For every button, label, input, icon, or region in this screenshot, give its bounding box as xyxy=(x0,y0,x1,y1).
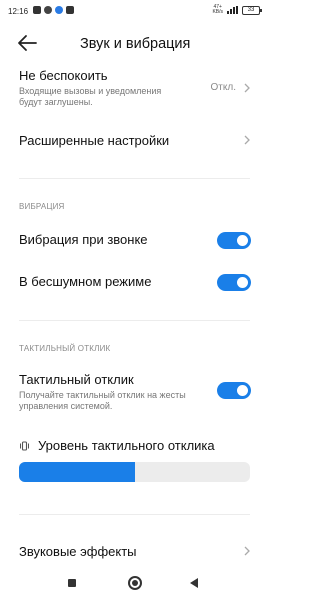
gallery-notification-icon xyxy=(33,6,41,14)
toggle-knob xyxy=(237,385,248,396)
haptic-level-row: Уровень тактильного отклика xyxy=(19,438,251,456)
youtube-notification-icon xyxy=(66,6,74,14)
vibrate-silent-row[interactable]: В бесшумном режиме xyxy=(19,272,251,292)
chrome-notification-icon xyxy=(44,6,52,14)
vibrate-silent-toggle[interactable] xyxy=(217,274,251,291)
network-speed: 47+ KB/s xyxy=(212,5,223,15)
battery-level: 33 xyxy=(247,6,255,13)
toggle-knob xyxy=(237,277,248,288)
home-button[interactable] xyxy=(128,576,142,590)
chevron-right-icon xyxy=(244,83,250,93)
back-button[interactable] xyxy=(190,578,198,588)
sound-effects-row[interactable]: Звуковые эффекты xyxy=(19,544,251,564)
app-bar: Звук и вибрация xyxy=(0,26,270,62)
do-not-disturb-subtitle: Входящие вызовы и уведомления будут загл… xyxy=(19,86,162,107)
status-right: 47+ KB/s 33 xyxy=(212,5,262,15)
page-title: Звук и вибрация xyxy=(80,36,191,52)
sound-effects-title: Звуковые эффекты xyxy=(19,544,137,559)
chevron-right-icon xyxy=(244,135,250,145)
haptic-level-label: Уровень тактильного отклика xyxy=(38,438,215,453)
signal-icon xyxy=(227,6,238,14)
messenger-notification-icon xyxy=(55,6,63,14)
divider xyxy=(19,320,250,321)
haptic-feedback-label: Тактильный отклик xyxy=(19,372,134,387)
navigation-bar xyxy=(0,564,270,600)
chevron-right-icon xyxy=(244,546,250,556)
vibrate-on-call-toggle[interactable] xyxy=(217,232,251,249)
haptic-feedback-subtitle: Получайте тактильный отклик на жесты упр… xyxy=(19,390,186,411)
back-arrow-icon[interactable] xyxy=(16,34,38,52)
divider xyxy=(19,514,250,515)
battery-icon: 33 xyxy=(242,5,262,15)
do-not-disturb-title: Не беспокоить xyxy=(19,68,108,83)
advanced-settings-row[interactable]: Расширенные настройки xyxy=(19,133,251,153)
advanced-settings-title: Расширенные настройки xyxy=(19,133,170,148)
do-not-disturb-row[interactable]: Не беспокоить Входящие вызовы и уведомле… xyxy=(19,68,251,114)
vibrate-on-call-row[interactable]: Вибрация при звонке xyxy=(19,230,251,250)
section-header-vibration: ВИБРАЦИЯ xyxy=(19,202,65,211)
haptic-level-slider[interactable] xyxy=(19,462,250,482)
notification-icons xyxy=(33,6,74,14)
haptic-feedback-row[interactable]: Тактильный отклик Получайте тактильный о… xyxy=(19,372,251,414)
vibration-icon xyxy=(20,441,29,451)
recent-apps-button[interactable] xyxy=(68,579,76,587)
do-not-disturb-value: Откл. xyxy=(210,82,236,93)
divider xyxy=(19,178,250,179)
status-bar: 12:16 47+ KB/s 33 xyxy=(0,0,270,24)
section-header-haptic: ТАКТИЛЬНЫЙ ОТКЛИК xyxy=(19,344,111,353)
haptic-level-slider-fill xyxy=(19,462,135,482)
haptic-feedback-toggle[interactable] xyxy=(217,382,251,399)
toggle-knob xyxy=(237,235,248,246)
network-speed-unit: KB/s xyxy=(212,9,223,15)
status-time: 12:16 xyxy=(8,7,29,16)
